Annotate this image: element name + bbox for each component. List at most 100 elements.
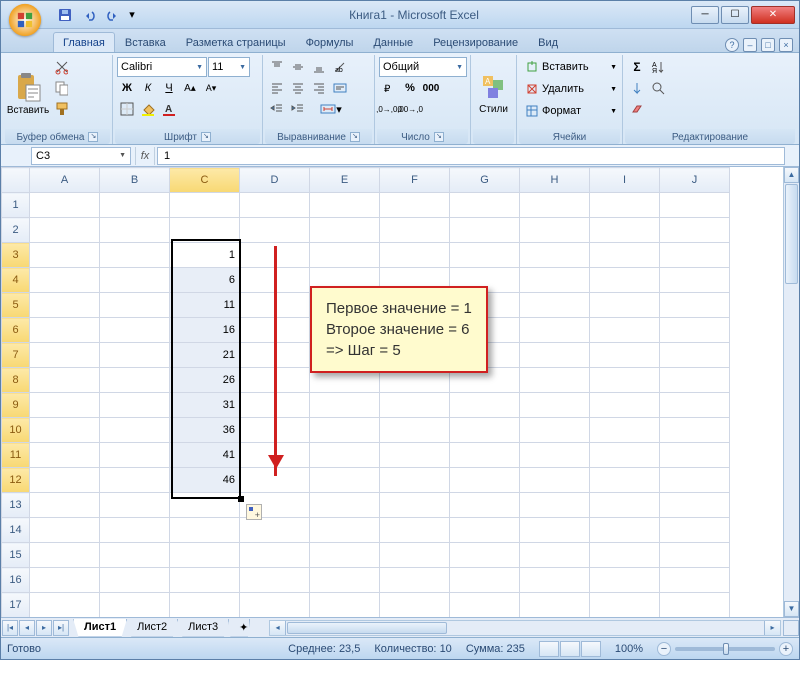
cell-C12[interactable]: 46 xyxy=(170,468,240,493)
cell-G2[interactable] xyxy=(450,218,520,243)
undo-icon[interactable] xyxy=(79,5,99,25)
row-header-5[interactable]: 5 xyxy=(2,293,30,318)
cell-A16[interactable] xyxy=(30,568,100,593)
delete-cells-button[interactable]: Удалить▼ xyxy=(521,79,621,99)
sheet-tab-2[interactable]: Лист2 xyxy=(126,619,178,637)
sheet-tab-1[interactable]: Лист1 xyxy=(73,619,127,637)
cell-E15[interactable] xyxy=(310,543,380,568)
cell-I13[interactable] xyxy=(590,493,660,518)
wrap-text-icon[interactable] xyxy=(330,78,350,98)
font-color-icon[interactable]: A xyxy=(159,99,179,119)
cell-I11[interactable] xyxy=(590,443,660,468)
cell-I7[interactable] xyxy=(590,343,660,368)
cell-A3[interactable] xyxy=(30,243,100,268)
cell-H7[interactable] xyxy=(520,343,590,368)
cell-G14[interactable] xyxy=(450,518,520,543)
cell-C11[interactable]: 41 xyxy=(170,443,240,468)
prev-sheet-icon[interactable]: ◂ xyxy=(19,620,35,636)
cell-I1[interactable] xyxy=(590,193,660,218)
col-header-E[interactable]: E xyxy=(310,168,380,193)
vscroll-thumb[interactable] xyxy=(785,184,798,284)
cell-G9[interactable] xyxy=(450,393,520,418)
tab-view[interactable]: Вид xyxy=(528,32,568,52)
row-header-12[interactable]: 12 xyxy=(2,468,30,493)
alignment-dialog-icon[interactable]: ↘ xyxy=(350,132,360,142)
cell-F10[interactable] xyxy=(380,418,450,443)
scroll-up-icon[interactable]: ▲ xyxy=(784,167,799,183)
orientation-icon[interactable]: ab xyxy=(330,57,350,77)
tab-insert[interactable]: Вставка xyxy=(115,32,176,52)
cell-G12[interactable] xyxy=(450,468,520,493)
row-header-9[interactable]: 9 xyxy=(2,393,30,418)
cell-J17[interactable] xyxy=(660,593,730,618)
font-size-combo[interactable]: 11▼ xyxy=(208,57,250,77)
cell-F3[interactable] xyxy=(380,243,450,268)
cell-E3[interactable] xyxy=(310,243,380,268)
cell-H6[interactable] xyxy=(520,318,590,343)
row-header-14[interactable]: 14 xyxy=(2,518,30,543)
scroll-right-icon[interactable]: ▸ xyxy=(764,621,780,635)
cell-A4[interactable] xyxy=(30,268,100,293)
cell-A14[interactable] xyxy=(30,518,100,543)
cell-J3[interactable] xyxy=(660,243,730,268)
cell-E12[interactable] xyxy=(310,468,380,493)
cell-D15[interactable] xyxy=(240,543,310,568)
align-bottom-icon[interactable] xyxy=(309,57,329,77)
cell-H5[interactable] xyxy=(520,293,590,318)
align-center-icon[interactable] xyxy=(288,78,308,98)
cut-icon[interactable] xyxy=(51,57,71,77)
col-header-A[interactable]: A xyxy=(30,168,100,193)
cell-D1[interactable] xyxy=(240,193,310,218)
cell-G17[interactable] xyxy=(450,593,520,618)
row-header-4[interactable]: 4 xyxy=(2,268,30,293)
mdi-minimize-icon[interactable]: – xyxy=(743,38,757,52)
cell-J10[interactable] xyxy=(660,418,730,443)
cell-A1[interactable] xyxy=(30,193,100,218)
row-header-16[interactable]: 16 xyxy=(2,568,30,593)
cell-E11[interactable] xyxy=(310,443,380,468)
cell-E1[interactable] xyxy=(310,193,380,218)
vertical-scrollbar[interactable]: ▲ ▼ xyxy=(783,167,799,617)
cell-B12[interactable] xyxy=(100,468,170,493)
save-icon[interactable] xyxy=(55,5,75,25)
cell-H4[interactable] xyxy=(520,268,590,293)
cell-D2[interactable] xyxy=(240,218,310,243)
cell-H14[interactable] xyxy=(520,518,590,543)
horizontal-scrollbar[interactable]: ◂ ▸ xyxy=(269,620,781,636)
cell-G10[interactable] xyxy=(450,418,520,443)
cell-I2[interactable] xyxy=(590,218,660,243)
cell-D14[interactable] xyxy=(240,518,310,543)
cell-F16[interactable] xyxy=(380,568,450,593)
sheet-tab-3[interactable]: Лист3 xyxy=(177,619,229,637)
cell-H12[interactable] xyxy=(520,468,590,493)
row-header-6[interactable]: 6 xyxy=(2,318,30,343)
cell-F13[interactable] xyxy=(380,493,450,518)
cell-B10[interactable] xyxy=(100,418,170,443)
mdi-close-icon[interactable]: × xyxy=(779,38,793,52)
cell-E9[interactable] xyxy=(310,393,380,418)
cell-B4[interactable] xyxy=(100,268,170,293)
increase-decimal-icon[interactable]: ,0→,00 xyxy=(379,99,399,119)
cell-I9[interactable] xyxy=(590,393,660,418)
formula-input[interactable]: 1 xyxy=(157,147,785,165)
cell-C13[interactable] xyxy=(170,493,240,518)
font-name-combo[interactable]: Calibri▼ xyxy=(117,57,207,77)
maximize-button[interactable]: ☐ xyxy=(721,6,749,24)
row-header-8[interactable]: 8 xyxy=(2,368,30,393)
row-header-13[interactable]: 13 xyxy=(2,493,30,518)
cell-H11[interactable] xyxy=(520,443,590,468)
cell-A10[interactable] xyxy=(30,418,100,443)
borders-icon[interactable] xyxy=(117,99,137,119)
cell-G16[interactable] xyxy=(450,568,520,593)
cell-J11[interactable] xyxy=(660,443,730,468)
cell-H17[interactable] xyxy=(520,593,590,618)
grow-font-icon[interactable]: A▴ xyxy=(180,78,200,98)
cell-C4[interactable]: 6 xyxy=(170,268,240,293)
col-header-C[interactable]: C xyxy=(170,168,240,193)
cell-I4[interactable] xyxy=(590,268,660,293)
view-buttons[interactable] xyxy=(539,641,601,657)
cell-A12[interactable] xyxy=(30,468,100,493)
cell-I15[interactable] xyxy=(590,543,660,568)
cell-I10[interactable] xyxy=(590,418,660,443)
scroll-down-icon[interactable]: ▼ xyxy=(784,601,799,617)
